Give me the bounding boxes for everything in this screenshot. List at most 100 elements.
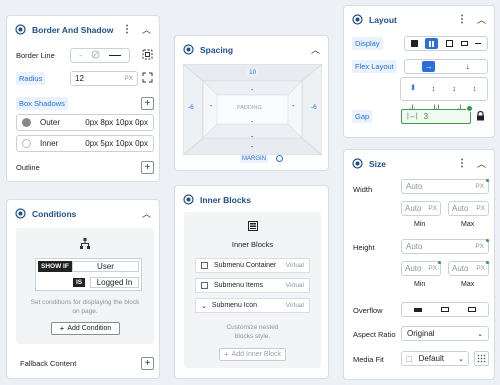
max-width-unit: PX	[476, 205, 485, 212]
border-line-selector[interactable]: -	[70, 48, 130, 63]
gap-input[interactable]: |↔| 3	[401, 109, 471, 124]
spacing-header[interactable]: Spacing ︿	[175, 36, 328, 63]
inner-block-item[interactable]: ⌄ Submenu Icon Virtual	[195, 298, 310, 313]
kebab-icon[interactable]: ⋮	[457, 14, 467, 25]
gap-value: 3	[423, 112, 429, 121]
layout-header[interactable]: Layout ⋮ ︿	[344, 6, 494, 33]
flex-layout-label[interactable]: Flex Layout	[352, 60, 397, 73]
add-outline-button[interactable]: +	[141, 161, 154, 174]
size-panel: Size ⋮ ︿ Width Auto PX Auto PX Auto PX M…	[343, 149, 495, 380]
inner-blocks-help: Customize nested blocks style.	[226, 324, 279, 340]
padding-left-value[interactable]: -	[210, 103, 212, 110]
overflow-options[interactable]	[401, 302, 489, 317]
inner-block-item[interactable]: Submenu Items Virtual	[195, 278, 310, 293]
shadow-row-inner[interactable]: Inner 0px 5px 10px 0px	[16, 135, 154, 152]
kebab-icon[interactable]: ⋮	[122, 24, 132, 35]
display-options[interactable]	[404, 36, 488, 51]
radius-corners-icon[interactable]	[141, 71, 154, 86]
padding-bottom-value[interactable]: -	[251, 134, 253, 141]
aspect-ratio-value: Original	[407, 329, 435, 338]
add-fallback-button[interactable]: +	[141, 357, 154, 370]
display-flex-icon[interactable]	[425, 38, 439, 49]
max-height-value: Auto	[452, 264, 469, 273]
add-condition-button[interactable]: + Add Condition	[51, 322, 120, 335]
min-width-label: Min	[414, 221, 426, 228]
condition-value-select[interactable]: Logged In	[90, 277, 139, 288]
radius-label[interactable]: Radius	[16, 72, 46, 85]
margin-label[interactable]: MARGIN	[240, 155, 268, 163]
min-width-unit: PX	[428, 205, 437, 212]
radius-input[interactable]: 12 PX	[70, 71, 138, 86]
margin-link-icon[interactable]	[276, 155, 283, 162]
spacing-icon	[183, 44, 194, 55]
aspect-ratio-label: Aspect Ratio	[353, 330, 396, 339]
condition-value: Logged In	[96, 278, 133, 287]
min-width-value: Auto	[405, 204, 422, 213]
max-height-input[interactable]: Auto PX	[448, 261, 489, 276]
chevron-up-icon[interactable]: ︿	[477, 13, 486, 26]
border-none-option[interactable]: -	[79, 51, 82, 60]
margin-bottom-value[interactable]: -	[251, 144, 253, 151]
height-input[interactable]: Auto PX	[401, 239, 489, 254]
min-width-input[interactable]: Auto PX	[401, 201, 441, 216]
box-shadows-label[interactable]: Box Shadows	[16, 97, 68, 110]
chevron-up-icon[interactable]: ︿	[477, 157, 486, 170]
media-position-grid-icon[interactable]	[474, 351, 489, 366]
align-start-icon[interactable]: ⦀	[412, 85, 415, 93]
gap-label[interactable]: Gap	[352, 110, 373, 123]
padding-right-value[interactable]: -	[292, 103, 294, 110]
chevron-down-icon: ⌄	[201, 302, 207, 310]
align-center-icon[interactable]: ↕	[432, 86, 436, 93]
aspect-ratio-select[interactable]: Original ⌄	[401, 326, 489, 341]
border-sides-icon[interactable]	[141, 48, 154, 63]
gap-active-badge	[466, 105, 473, 112]
items-icon	[201, 282, 208, 289]
max-width-input[interactable]: Auto PX	[448, 201, 489, 216]
chevron-up-icon[interactable]: ︿	[142, 23, 151, 36]
shadow-name: Inner	[40, 139, 59, 148]
overflow-hidden-icon[interactable]	[440, 307, 449, 312]
width-label: Width	[353, 185, 373, 194]
display-none-icon[interactable]	[475, 42, 482, 45]
media-fit-select[interactable]: ⬚ Default ⌄	[401, 351, 469, 366]
shadow-row-outer[interactable]: Outer 0px 8px 10px 0px	[16, 114, 154, 131]
kebab-icon[interactable]: ⋮	[457, 158, 467, 169]
chevron-up-icon[interactable]: ︿	[142, 207, 151, 220]
lock-icon[interactable]	[476, 110, 485, 123]
overflow-visible-icon[interactable]	[414, 307, 423, 312]
shadow-color-swatch[interactable]	[22, 139, 31, 148]
display-inline-icon[interactable]	[460, 41, 468, 46]
arrow-down-icon[interactable]: ↓	[466, 62, 470, 71]
width-input[interactable]: Auto PX	[401, 179, 489, 194]
conditions-header[interactable]: Conditions ︿	[7, 200, 159, 227]
margin-left-value[interactable]: -6	[187, 104, 195, 111]
flex-direction-options[interactable]: → ↓	[404, 59, 488, 74]
add-inner-block-button[interactable]: + Add Inner Block	[219, 348, 286, 361]
min-height-input[interactable]: Auto PX	[401, 261, 441, 276]
align-stretch-icon[interactable]: ↕	[473, 86, 477, 93]
align-end-icon[interactable]: ↕	[452, 86, 456, 93]
inner-blocks-header[interactable]: Inner Blocks	[175, 186, 328, 213]
margin-top-value[interactable]: 10	[247, 69, 259, 76]
display-label[interactable]: Display	[352, 37, 383, 50]
border-shadow-header[interactable]: Border And Shadow ⋮ ︿	[7, 16, 159, 43]
flex-align-options[interactable]: ⦀ ↕ ↕ ↕	[400, 77, 488, 101]
radius-value: 12	[75, 74, 84, 83]
display-block-icon[interactable]	[410, 40, 418, 47]
overflow-scroll-icon[interactable]	[467, 307, 476, 312]
border-solid-icon[interactable]	[108, 54, 121, 57]
add-shadow-button[interactable]: +	[141, 97, 154, 110]
inner-block-item[interactable]: Submenu Container Virtual	[195, 258, 310, 273]
padding-top-value[interactable]: -	[251, 87, 253, 94]
chevron-up-icon[interactable]: ︿	[311, 43, 320, 56]
border-no-style-icon[interactable]	[91, 50, 100, 61]
display-grid-icon[interactable]	[445, 40, 453, 47]
condition-field-select[interactable]: User	[72, 261, 139, 272]
arrow-right-icon[interactable]: →	[422, 61, 436, 72]
border-line-label: Border Line	[16, 51, 55, 60]
width-value: Auto	[406, 182, 423, 191]
inner-block-name: Submenu Items	[214, 282, 264, 289]
size-header[interactable]: Size ⋮ ︿	[344, 150, 494, 177]
shadow-color-swatch[interactable]	[22, 118, 31, 127]
margin-right-value[interactable]: -6	[310, 104, 318, 111]
